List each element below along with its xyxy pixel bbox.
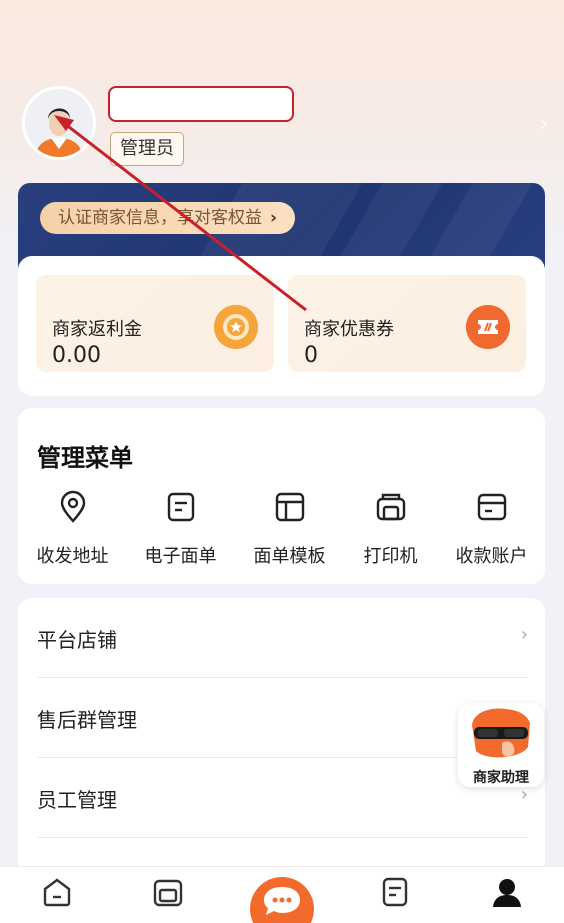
menu-title: 管理菜单: [37, 444, 133, 472]
menu-item-payment-account[interactable]: 收款账户: [439, 490, 544, 570]
avatar-person-icon: [25, 89, 93, 157]
rebate-card[interactable]: 商家返利金 0.00: [36, 275, 274, 372]
role-badge: 管理员: [110, 132, 184, 166]
menu-item-label: 电子面单: [144, 546, 217, 567]
nav-orders[interactable]: [143, 875, 193, 919]
printer-icon: [376, 493, 405, 521]
benefits-card: 商家返利金 0.00 商家优惠券 0: [18, 256, 545, 396]
rebate-title: 商家返利金: [52, 319, 142, 340]
window-icon: [153, 879, 183, 907]
menu-item-label: 面单模板: [253, 546, 326, 567]
verify-merchant-button[interactable]: 认证商家信息，享对客权益 ›: [40, 202, 296, 234]
assistant-label: 商家助理: [473, 770, 529, 786]
menu-item-address[interactable]: 收发地址: [20, 490, 125, 570]
person-icon: [493, 879, 521, 907]
list-item-label: 售后群管理: [37, 708, 137, 732]
redacted-name-box: [108, 86, 294, 122]
assistant-mascot-icon: [472, 708, 530, 758]
verify-merchant-label: 认证商家信息，享对客权益: [58, 208, 262, 228]
watermark-strip: [430, 912, 564, 923]
chat-bubble-icon: [264, 887, 300, 915]
chevron-right-icon: ›: [520, 784, 528, 805]
merchant-assistant-button[interactable]: 商家助理: [458, 703, 544, 787]
document-icon: [167, 492, 194, 522]
chevron-right-icon: ›: [270, 208, 278, 228]
chevron-right-icon: ›: [520, 624, 528, 645]
chevron-right-icon[interactable]: ›: [539, 112, 548, 137]
list-item-after-sales-group[interactable]: 售后群管理 ›: [37, 678, 528, 758]
coupon-value: 0: [304, 343, 318, 368]
coupon-icon: [466, 305, 510, 349]
list-item-label: 员工管理: [37, 788, 117, 812]
profile-header[interactable]: 管理员 ›: [0, 0, 564, 180]
list-item-label: 平台店铺: [37, 628, 117, 652]
template-icon: [275, 492, 304, 522]
coin-icon: [214, 305, 258, 349]
nav-documents[interactable]: [370, 875, 420, 919]
nav-home[interactable]: [32, 875, 82, 919]
coupon-title: 商家优惠券: [304, 319, 394, 340]
management-menu: 管理菜单 收发地址 电子面单 面单模板 打印机 收款账户: [18, 408, 545, 584]
list-item-staff-management[interactable]: 员工管理 ›: [37, 758, 528, 838]
menu-item-printer[interactable]: 打印机: [338, 490, 443, 570]
avatar[interactable]: [22, 86, 96, 160]
document-icon: [382, 877, 408, 907]
coupon-card[interactable]: 商家优惠券 0: [288, 275, 526, 372]
nav-chat[interactable]: [250, 877, 314, 923]
menu-item-label: 收发地址: [36, 546, 109, 567]
list-item-platform-store[interactable]: 平台店铺 ›: [37, 598, 528, 678]
menu-item-label: 打印机: [363, 546, 418, 567]
rebate-value: 0.00: [52, 343, 101, 368]
menu-item-e-waybill[interactable]: 电子面单: [128, 490, 233, 570]
menu-item-label: 收款账户: [455, 546, 528, 567]
home-icon: [43, 878, 71, 907]
location-pin-icon: [60, 490, 85, 523]
menu-item-template[interactable]: 面单模板: [237, 490, 342, 570]
card-icon: [477, 493, 506, 521]
